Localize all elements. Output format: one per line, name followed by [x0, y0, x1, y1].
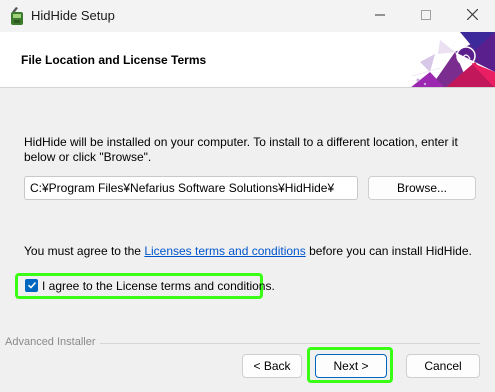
next-button[interactable]: Next > [315, 354, 387, 378]
banner-graphic [400, 32, 495, 87]
agree-checkbox-label[interactable]: I agree to the License terms and conditi… [42, 279, 275, 293]
header-banner: File Location and License Terms [0, 32, 495, 88]
title-bar: HidHide Setup [0, 0, 495, 32]
close-icon [466, 8, 478, 23]
license-terms-link[interactable]: Licenses terms and conditions [144, 244, 305, 258]
license-notice: You must agree to the Licenses terms and… [24, 244, 472, 258]
minimize-button[interactable] [357, 0, 403, 32]
back-button[interactable]: < Back [242, 354, 302, 378]
hidhide-app-icon [8, 6, 26, 26]
checkmark-icon [27, 279, 37, 293]
license-notice-prefix: You must agree to the [24, 244, 145, 258]
license-notice-suffix: before you can install HidHide. [305, 244, 472, 258]
window-title: HidHide Setup [31, 8, 115, 23]
maximize-button[interactable] [403, 0, 449, 32]
close-button[interactable] [449, 0, 495, 32]
browse-button[interactable]: Browse... [368, 176, 476, 200]
install-path-input[interactable] [24, 176, 358, 200]
minimize-icon [375, 9, 385, 23]
page-title: File Location and License Terms [21, 53, 207, 67]
installer-brand: Advanced Installer [5, 336, 100, 348]
install-description: HidHide will be installed on your comput… [24, 135, 458, 164]
maximize-icon [421, 9, 431, 23]
agree-checkbox[interactable] [25, 279, 38, 292]
footer-divider [100, 343, 480, 344]
cancel-button[interactable]: Cancel [406, 354, 480, 378]
